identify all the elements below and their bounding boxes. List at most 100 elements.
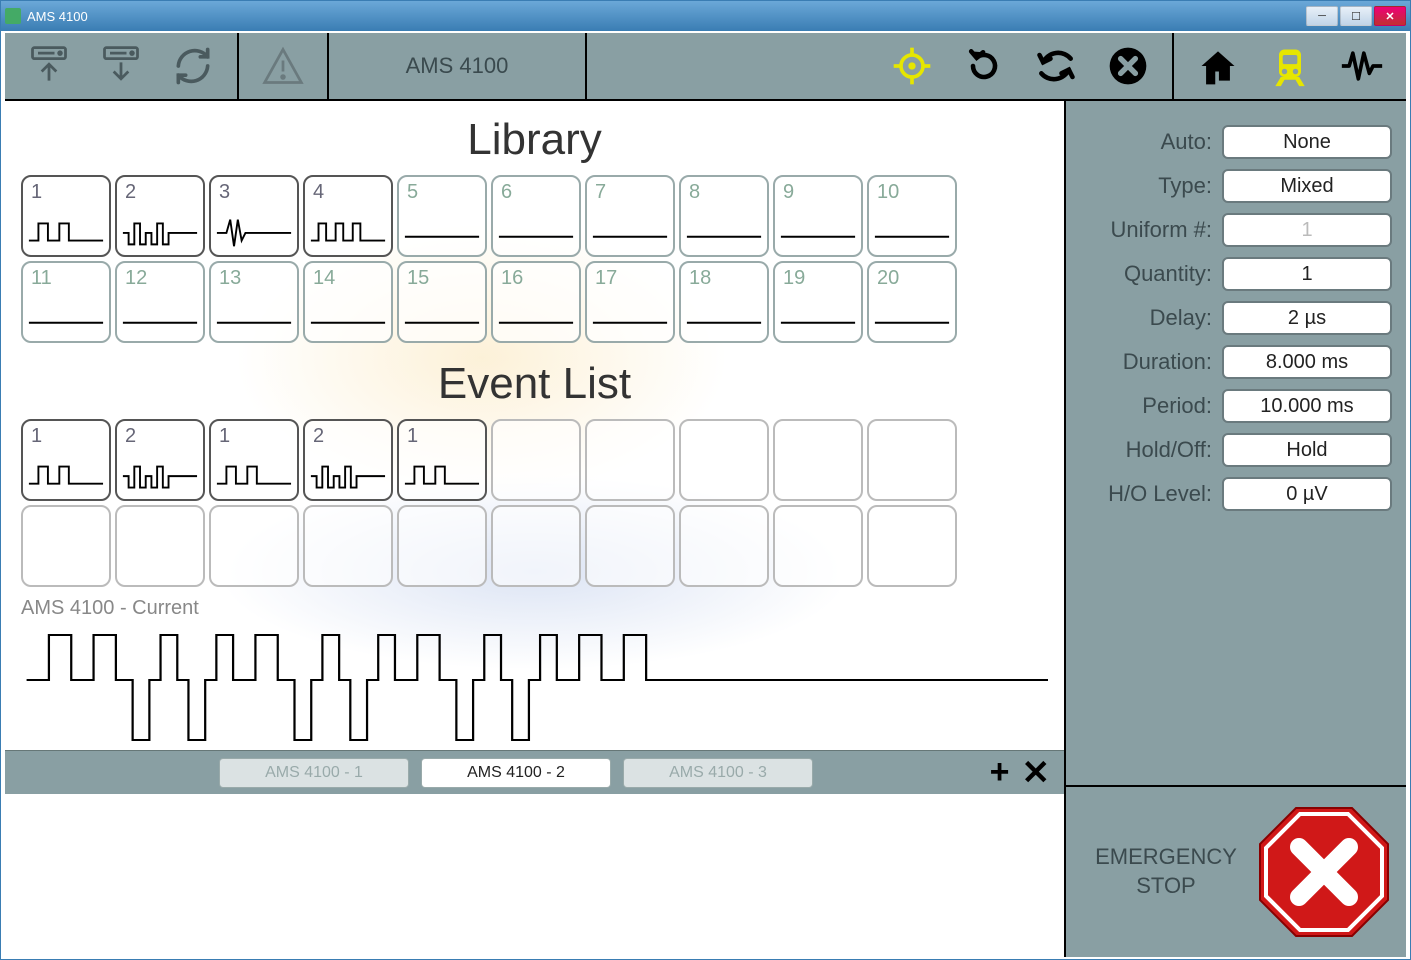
library-slot-20[interactable]: 20 [867, 261, 957, 343]
event-slot-13[interactable] [303, 505, 393, 587]
target-icon [890, 44, 934, 88]
event-slot-2[interactable]: 1 [209, 419, 299, 501]
event-slot-0[interactable]: 1 [21, 419, 111, 501]
library-slot-10[interactable]: 10 [867, 175, 957, 257]
target-button[interactable] [884, 38, 940, 94]
event-slot-18[interactable] [773, 505, 863, 587]
event-slot-12[interactable] [209, 505, 299, 587]
emergency-stop-button[interactable] [1254, 802, 1394, 942]
refresh-button[interactable] [165, 38, 221, 94]
library-slot-3[interactable]: 3 [209, 175, 299, 257]
warning-icon [261, 44, 305, 88]
event-slot-8[interactable] [773, 419, 863, 501]
event-slot-15[interactable] [491, 505, 581, 587]
slot-waveform [27, 301, 105, 335]
slot-number: 2 [125, 181, 136, 204]
loop-repeat-icon [1034, 44, 1078, 88]
param-value-holevel[interactable]: 0 µV [1222, 477, 1392, 511]
download-button[interactable] [93, 38, 149, 94]
event-number: 2 [313, 425, 324, 448]
param-value-duration[interactable]: 8.000 ms [1222, 345, 1392, 379]
upload-button[interactable] [21, 38, 77, 94]
library-slot-8[interactable]: 8 [679, 175, 769, 257]
event-slot-16[interactable] [585, 505, 675, 587]
event-slot-11[interactable] [115, 505, 205, 587]
library-slot-9[interactable]: 9 [773, 175, 863, 257]
slot-number: 20 [877, 267, 899, 290]
slot-waveform [873, 301, 951, 335]
library-slot-17[interactable]: 17 [585, 261, 675, 343]
add-tab-button[interactable]: + [990, 753, 1010, 792]
slot-number: 4 [313, 181, 324, 204]
event-number: 1 [407, 425, 418, 448]
library-slot-18[interactable]: 18 [679, 261, 769, 343]
slot-number: 9 [783, 181, 794, 204]
slot-number: 13 [219, 267, 241, 290]
parameters-panel: Auto:NoneType:MixedUniform #:1Quantity:1… [1066, 101, 1406, 957]
loop-repeat-button[interactable] [1028, 38, 1084, 94]
waveform-button[interactable] [1334, 38, 1390, 94]
instrument-tab-0[interactable]: AMS 4100 - 1 [219, 758, 409, 788]
preview-label: AMS 4100 - Current [21, 597, 1048, 620]
event-number: 1 [219, 425, 230, 448]
param-value-quantity[interactable]: 1 [1222, 257, 1392, 291]
event-slot-9[interactable] [867, 419, 957, 501]
event-slot-1[interactable]: 2 [115, 419, 205, 501]
window-maximize-button[interactable]: ☐ [1340, 6, 1372, 26]
library-slot-6[interactable]: 6 [491, 175, 581, 257]
stop-button[interactable] [1100, 38, 1156, 94]
library-slot-11[interactable]: 11 [21, 261, 111, 343]
slot-waveform [685, 215, 763, 249]
loop-once-button[interactable] [956, 38, 1012, 94]
event-slot-4[interactable]: 1 [397, 419, 487, 501]
param-label-uniform: Uniform #: [1080, 217, 1222, 243]
event-slot-3[interactable]: 2 [303, 419, 393, 501]
window-minimize-button[interactable]: ─ [1306, 6, 1338, 26]
event-slot-17[interactable] [679, 505, 769, 587]
slot-number: 11 [31, 267, 52, 290]
instrument-tab-2[interactable]: AMS 4100 - 3 [623, 758, 813, 788]
waveform-icon [1340, 44, 1384, 88]
library-slot-4[interactable]: 4 [303, 175, 393, 257]
library-slot-13[interactable]: 13 [209, 261, 299, 343]
library-slot-15[interactable]: 15 [397, 261, 487, 343]
param-value-uniform[interactable]: 1 [1222, 213, 1392, 247]
param-value-holdoff[interactable]: Hold [1222, 433, 1392, 467]
param-value-type[interactable]: Mixed [1222, 169, 1392, 203]
train-button[interactable] [1262, 38, 1318, 94]
param-label-duration: Duration: [1080, 349, 1222, 375]
library-slot-1[interactable]: 1 [21, 175, 111, 257]
slot-waveform [591, 215, 669, 249]
library-slot-12[interactable]: 12 [115, 261, 205, 343]
event-slot-14[interactable] [397, 505, 487, 587]
instrument-tab-1[interactable]: AMS 4100 - 2 [421, 758, 611, 788]
library-slot-16[interactable]: 16 [491, 261, 581, 343]
home-button[interactable] [1190, 38, 1246, 94]
library-slot-2[interactable]: 2 [115, 175, 205, 257]
slot-number: 6 [501, 181, 512, 204]
param-value-period[interactable]: 10.000 ms [1222, 389, 1392, 423]
event-waveform [215, 459, 293, 493]
slot-waveform [873, 215, 951, 249]
window-title: AMS 4100 [27, 9, 88, 24]
library-slot-19[interactable]: 19 [773, 261, 863, 343]
warning-button[interactable] [255, 38, 311, 94]
param-value-auto[interactable]: None [1222, 125, 1392, 159]
slot-waveform [309, 215, 387, 249]
library-slot-7[interactable]: 7 [585, 175, 675, 257]
download-icon [99, 44, 143, 88]
library-slot-14[interactable]: 14 [303, 261, 393, 343]
event-slot-5[interactable] [491, 419, 581, 501]
slot-number: 10 [877, 181, 899, 204]
slot-waveform [779, 301, 857, 335]
event-slot-10[interactable] [21, 505, 111, 587]
event-slot-6[interactable] [585, 419, 675, 501]
close-tab-button[interactable]: ✕ [1022, 753, 1051, 793]
library-slot-5[interactable]: 5 [397, 175, 487, 257]
event-slot-7[interactable] [679, 419, 769, 501]
emergency-stop-icon [1254, 802, 1394, 942]
window-close-button[interactable]: ✕ [1374, 6, 1406, 26]
slot-waveform [779, 215, 857, 249]
param-value-delay[interactable]: 2 µs [1222, 301, 1392, 335]
event-slot-19[interactable] [867, 505, 957, 587]
